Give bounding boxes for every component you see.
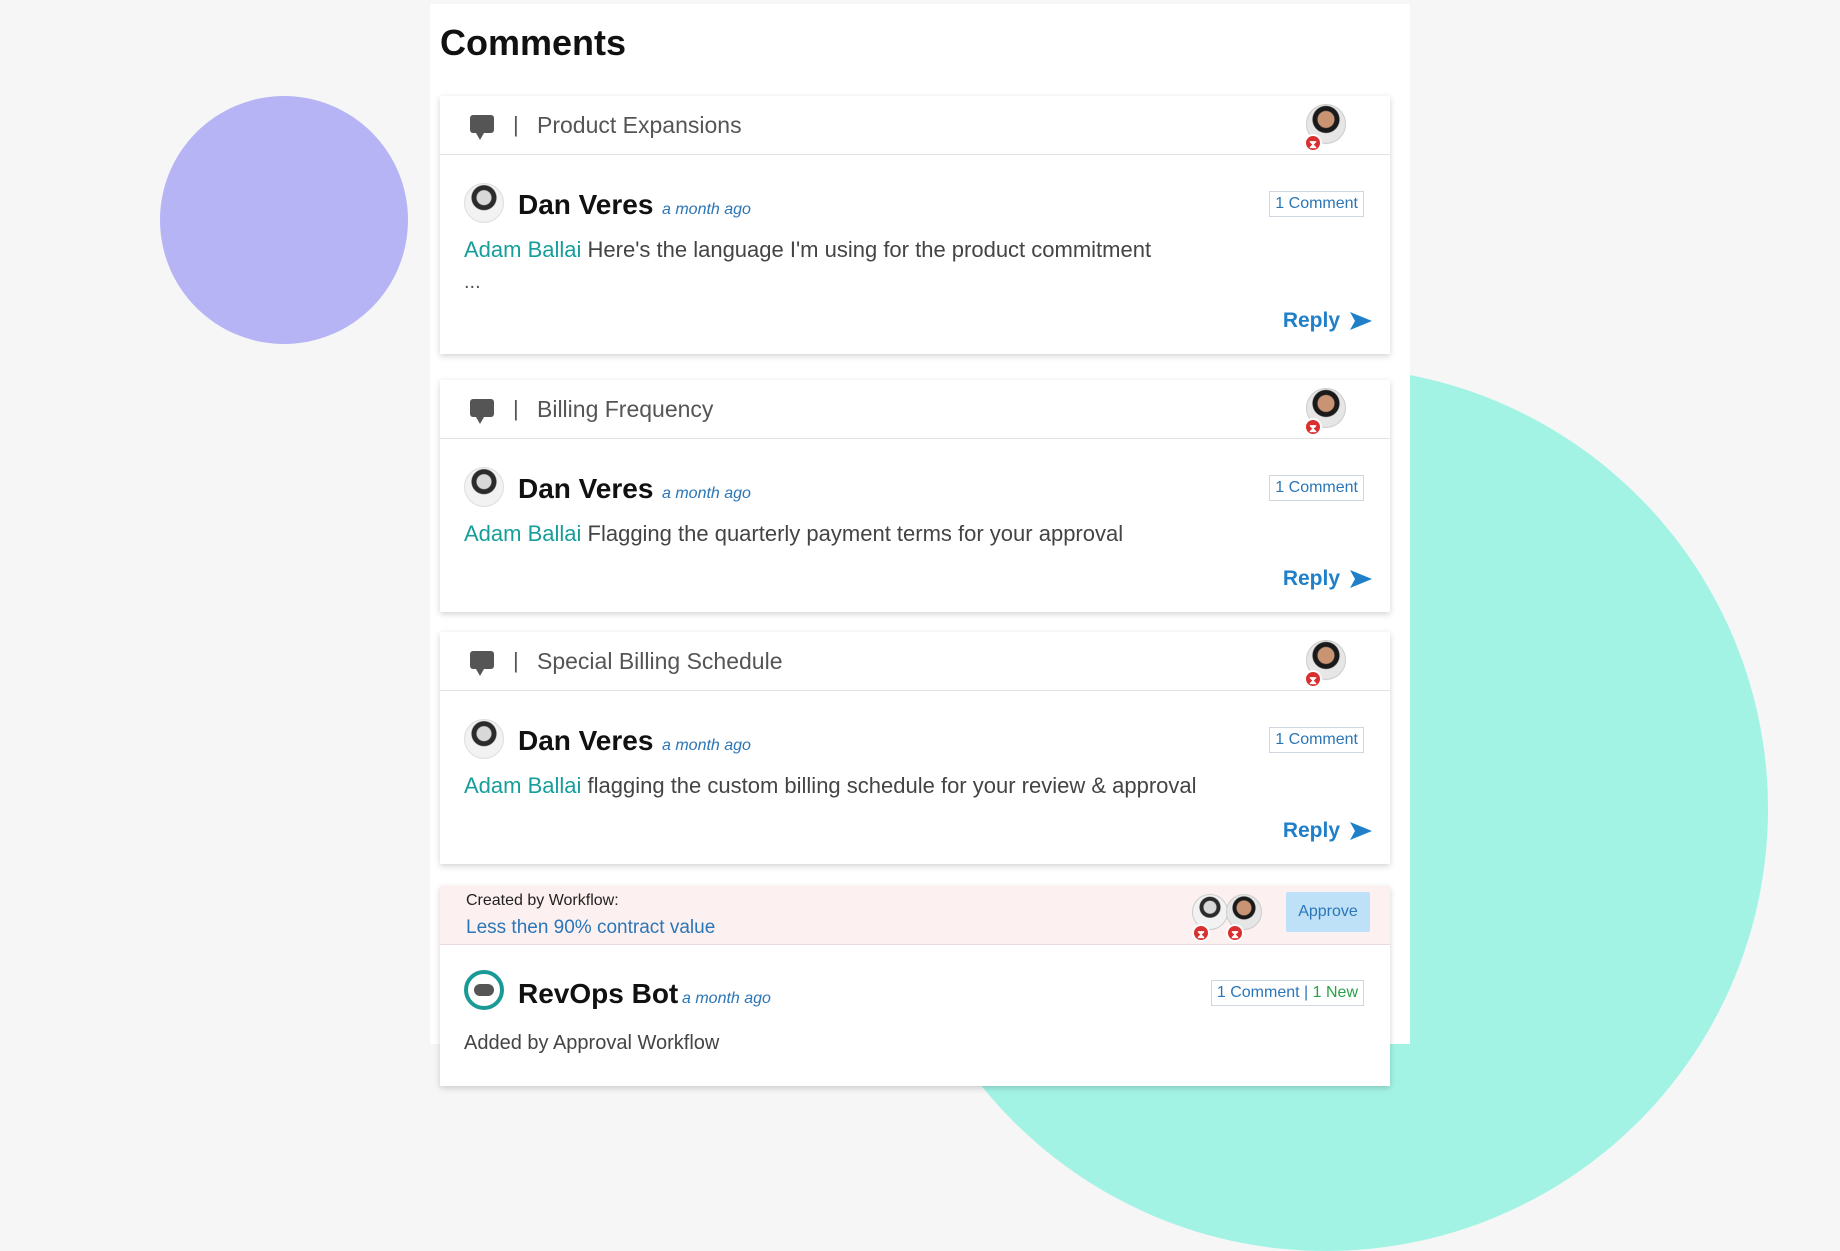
comment-text: Adam Ballai Flagging the quarterly payme… <box>464 521 1123 547</box>
approve-button[interactable]: Approve <box>1286 892 1370 932</box>
pending-status-icon: ⧗ <box>1304 670 1322 688</box>
comments-panel: Comments | Product Expansions ⧗ Dan Vere… <box>430 4 1410 1086</box>
thread-header[interactable]: | Product Expansions ⧗ <box>440 96 1390 155</box>
comment-count-badge[interactable]: 1 Comment <box>1269 727 1364 753</box>
comment-bubble-icon <box>470 651 494 676</box>
mention-link[interactable]: Adam Ballai <box>464 773 581 798</box>
reply-label: Reply <box>1282 309 1340 332</box>
comment-count-badge[interactable]: 1 Comment | 1 New <box>1210 980 1364 1006</box>
comment-text: Adam Ballai Here's the language I'm usin… <box>464 237 1151 263</box>
mention-link[interactable]: Adam Ballai <box>464 237 581 262</box>
mention-link[interactable]: Adam Ballai <box>464 521 581 546</box>
comment-text: Adam Ballai flagging the custom billing … <box>464 773 1197 799</box>
header-separator: | <box>513 648 519 673</box>
comment-count-badge[interactable]: 1 Comment <box>1269 475 1364 501</box>
page-title: Comments <box>440 22 627 63</box>
comment-bubble-icon <box>470 115 494 140</box>
header-separator: | <box>513 396 519 421</box>
reply-button[interactable]: Reply <box>1283 309 1372 333</box>
comment-message: Here's the language I'm using for the pr… <box>587 237 1152 262</box>
author-avatar <box>464 719 504 759</box>
author-name: Dan Veres <box>518 189 654 220</box>
comment-thread: | Product Expansions ⧗ Dan Veres a month… <box>440 96 1390 354</box>
comment-text: Added by Approval Workflow <box>464 1032 720 1054</box>
reply-label: Reply <box>1282 567 1340 590</box>
thread-topic: Billing Frequency <box>537 396 714 422</box>
workflow-header: Created by Workflow: Less then 90% contr… <box>440 886 1390 945</box>
comment-ellipsis: ... <box>464 271 481 293</box>
comment-thread: | Billing Frequency ⧗ Dan Veres a month … <box>440 380 1390 612</box>
comment-timestamp: a month ago <box>662 201 751 218</box>
workflow-label: Created by Workflow: <box>466 892 619 909</box>
header-separator: | <box>513 112 519 137</box>
author-avatar <box>464 183 504 223</box>
comment-message: Flagging the quarterly payment terms for… <box>587 521 1124 546</box>
reply-label: Reply <box>1282 819 1340 842</box>
send-icon <box>1350 312 1372 330</box>
pending-status-icon: ⧗ <box>1304 418 1322 436</box>
comment-bubble-icon <box>470 399 494 424</box>
author-name: Dan Veres <box>518 473 654 504</box>
approver-avatars[interactable]: ⧗ ⧗ <box>1192 894 1272 942</box>
author-name: Dan Veres <box>518 725 654 756</box>
pending-status-icon: ⧗ <box>1304 134 1322 152</box>
thread-header[interactable]: | Special Billing Schedule ⧗ <box>440 632 1390 691</box>
send-icon <box>1350 570 1372 588</box>
reply-button[interactable]: Reply <box>1283 567 1372 591</box>
count-separator: | <box>1304 984 1309 1001</box>
thread-header[interactable]: | Billing Frequency ⧗ <box>440 380 1390 439</box>
comment-count: 1 Comment <box>1216 984 1300 1001</box>
send-icon <box>1350 822 1372 840</box>
decorative-purple-circle <box>160 96 408 344</box>
author-name: RevOps Bot <box>518 978 679 1009</box>
bot-avatar <box>464 970 504 1010</box>
workflow-thread: Created by Workflow: Less then 90% contr… <box>440 886 1390 1086</box>
comment-count-badge[interactable]: 1 Comment <box>1269 191 1364 217</box>
reply-button[interactable]: Reply <box>1283 819 1372 843</box>
assignee-avatar[interactable]: ⧗ <box>1304 640 1348 688</box>
workflow-rule-link[interactable]: Less then 90% contract value <box>466 917 715 939</box>
comment-thread: | Special Billing Schedule ⧗ Dan Veres a… <box>440 632 1390 864</box>
comment-timestamp: a month ago <box>662 737 751 754</box>
comment-timestamp: a month ago <box>682 990 771 1007</box>
comment-message: flagging the custom billing schedule for… <box>587 773 1197 798</box>
new-count: 1 New <box>1312 984 1358 1001</box>
thread-topic: Product Expansions <box>537 112 742 138</box>
pending-status-icon: ⧗ <box>1226 924 1244 942</box>
assignee-avatar[interactable]: ⧗ <box>1304 388 1348 436</box>
comment-timestamp: a month ago <box>662 485 751 502</box>
pending-status-icon: ⧗ <box>1192 924 1210 942</box>
thread-topic: Special Billing Schedule <box>537 648 783 674</box>
author-avatar <box>464 467 504 507</box>
assignee-avatar[interactable]: ⧗ <box>1304 104 1348 152</box>
